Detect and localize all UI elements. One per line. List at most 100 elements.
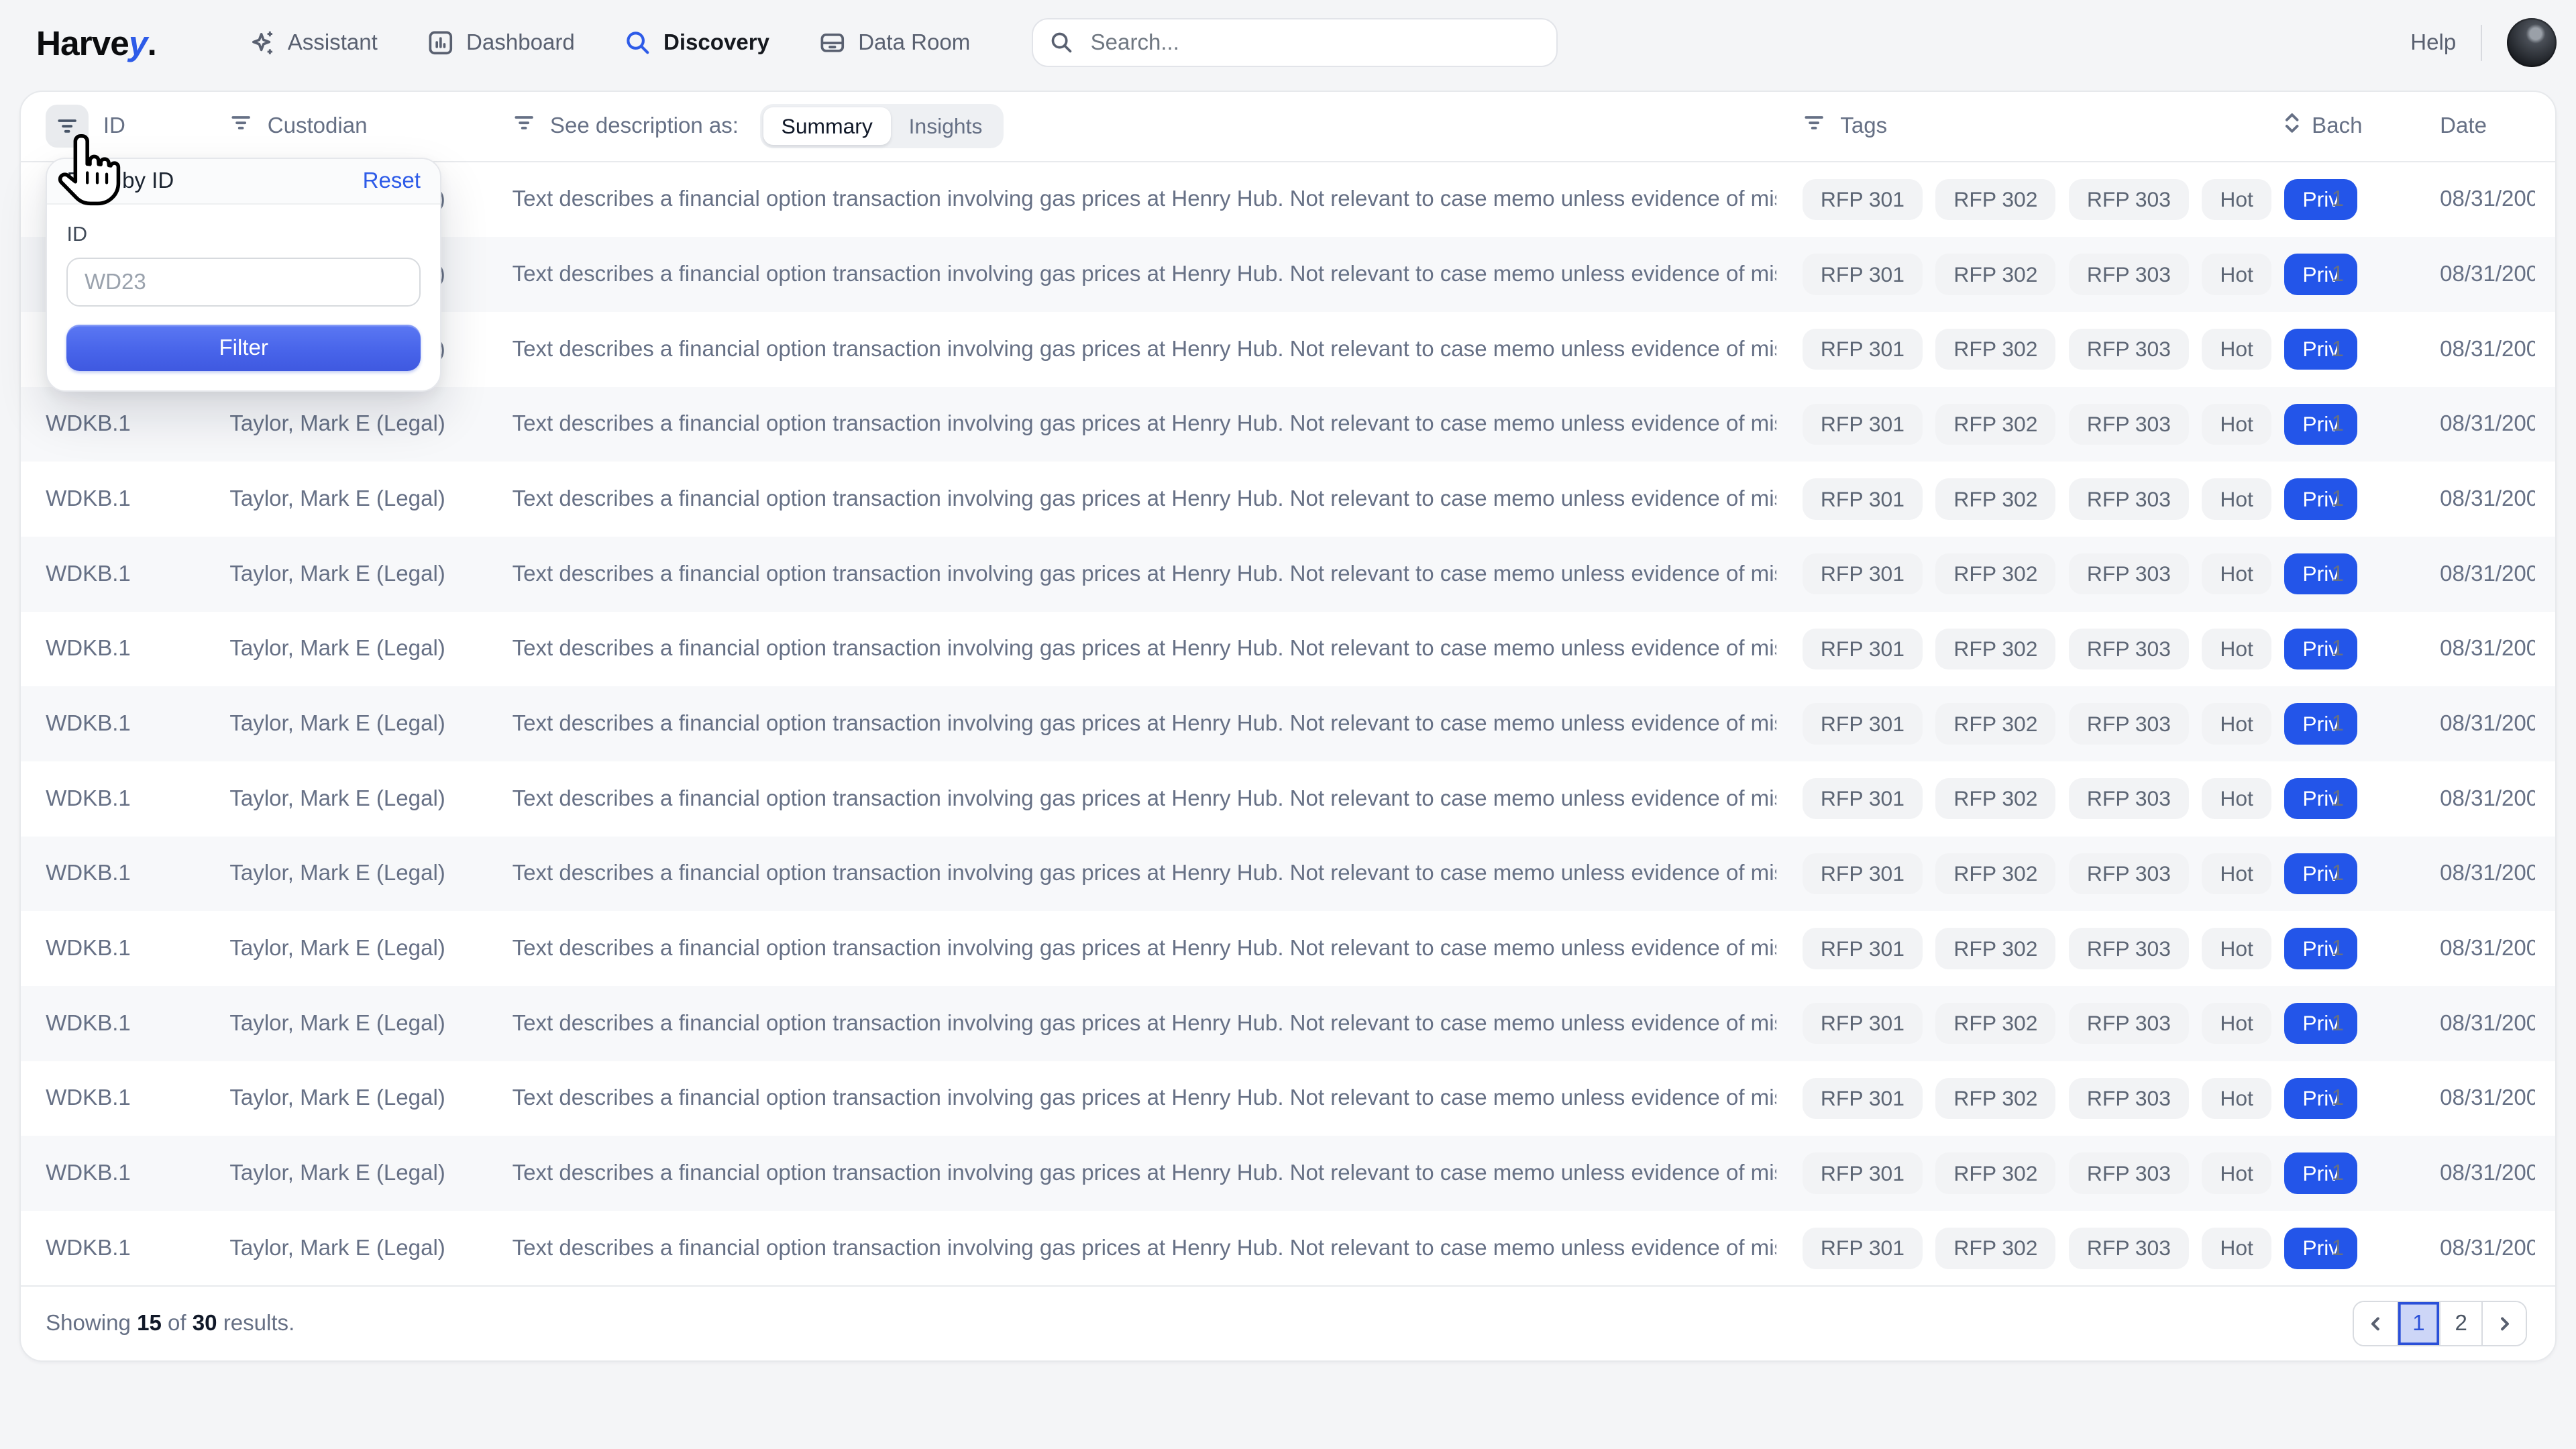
row-custodian: Taylor, Mark E (Legal) (229, 861, 512, 886)
tag-pill: RFP 301 (1803, 179, 1923, 220)
popover-title: Filter by ID (66, 168, 174, 194)
tag-pill: RFP 303 (2069, 553, 2189, 594)
harvey-logo[interactable]: Harvey. (36, 23, 156, 63)
tags-filter-icon[interactable] (1803, 111, 1825, 140)
table-row[interactable]: WDKB.1Taylor, Mark E (Legal)Text describ… (21, 1136, 2555, 1211)
table-footer: Showing 15 of 30 results. 1 2 (21, 1285, 2555, 1360)
user-avatar[interactable] (2507, 18, 2556, 67)
table-header-row: ID Custodian See description as: Summary… (21, 92, 2555, 162)
filter-submit-button[interactable]: Filter (66, 325, 420, 371)
results-table-card: ID Custodian See description as: Summary… (19, 91, 2556, 1362)
table-row[interactable]: WDKB.1Taylor, Mark E (Legal)Text describ… (21, 837, 2555, 912)
table-row[interactable]: WDKB.1Taylor, Mark E (Legal)Text describ… (21, 1061, 2555, 1136)
row-batch: 1 (2253, 411, 2371, 437)
row-date: 08/31/2001 (2371, 486, 2535, 512)
id-filter-button[interactable] (46, 105, 89, 148)
row-batch: 1 (2253, 1085, 2371, 1111)
tag-pill: RFP 302 (1935, 1078, 2055, 1119)
row-custodian: Taylor, Mark E (Legal) (229, 711, 512, 737)
table-row[interactable]: WDKB.1Taylor, Mark E (Legal)Text describ… (21, 911, 2555, 986)
row-date: 08/31/2001 (2371, 262, 2535, 287)
row-batch: 1 (2253, 1161, 2371, 1186)
table-row[interactable]: WDKB.1Taylor, Mark E (Legal)Text describ… (21, 387, 2555, 462)
nav-item-discovery[interactable]: Discovery (624, 29, 769, 57)
row-batch: 1 (2253, 1236, 2371, 1261)
row-date: 08/31/2001 (2371, 711, 2535, 737)
tag-pill: RFP 301 (1803, 553, 1923, 594)
row-description: Text describes a financial option transa… (513, 936, 1776, 961)
tag-pill: RFP 301 (1803, 853, 1923, 894)
tag-pill: RFP 302 (1935, 1003, 2055, 1044)
row-date: 08/31/2001 (2371, 411, 2535, 437)
row-custodian: Taylor, Mark E (Legal) (229, 1085, 512, 1111)
nav-divider (2481, 25, 2482, 61)
row-description: Text describes a financial option transa… (513, 186, 1776, 212)
logo-period: . (148, 23, 156, 62)
description-view-toggle: Summary Insights (760, 104, 1004, 148)
table-row[interactable]: WDKB.1Taylor, Mark E (Legal)Text describ… (21, 761, 2555, 837)
row-tags: RFP 301RFP 302RFP 303HotPriv (1776, 853, 2253, 894)
toggle-summary[interactable]: Summary (763, 107, 891, 146)
column-header-label: Date (2440, 113, 2487, 139)
row-date: 08/31/2001 (2371, 186, 2535, 212)
row-batch: 1 (2253, 711, 2371, 737)
tag-pill: RFP 301 (1803, 404, 1923, 445)
table-row[interactable]: WDKB.1Taylor, Mark E (Legal)Text describ… (21, 986, 2555, 1061)
row-description: Text describes a financial option transa… (513, 561, 1776, 587)
search-icon (1049, 30, 1074, 55)
tag-pill: RFP 301 (1803, 629, 1923, 669)
tag-pill: RFP 302 (1935, 1228, 2055, 1269)
tag-pill: RFP 302 (1935, 703, 2055, 744)
id-filter-input[interactable] (66, 258, 420, 307)
row-id: WDKB.1 (46, 1085, 229, 1111)
archive-box-icon (818, 29, 847, 57)
row-date: 08/31/2001 (2371, 1161, 2535, 1186)
row-date: 08/31/2001 (2371, 1085, 2535, 1111)
batch-sort-icon[interactable] (2282, 111, 2302, 142)
row-description: Text describes a financial option transa… (513, 636, 1776, 661)
previous-page-button[interactable] (2354, 1302, 2397, 1345)
toggle-insights[interactable]: Insights (891, 107, 1001, 146)
table-row[interactable]: WDKB.1Taylor, Mark E (Legal)Text describ… (21, 686, 2555, 761)
sparkles-icon (248, 29, 276, 57)
search-input[interactable] (1087, 28, 1540, 57)
row-id: WDKB.1 (46, 786, 229, 812)
nav-item-label: Data Room (858, 30, 970, 56)
row-tags: RFP 301RFP 302RFP 303HotPriv (1776, 1003, 2253, 1044)
nav-item-dashboard[interactable]: Dashboard (427, 29, 574, 57)
row-custodian: Taylor, Mark E (Legal) (229, 1236, 512, 1261)
row-date: 08/31/2001 (2371, 1236, 2535, 1261)
total-count: 30 (193, 1311, 217, 1336)
row-description: Text describes a financial option transa… (513, 1236, 1776, 1261)
next-page-button[interactable] (2481, 1302, 2526, 1345)
column-header-label: Bach (2312, 113, 2362, 139)
nav-item-label: Assistant (288, 30, 378, 56)
tag-pill: RFP 303 (2069, 778, 2189, 819)
tag-pill: RFP 303 (2069, 478, 2189, 519)
tag-pill: RFP 302 (1935, 928, 2055, 969)
row-batch: 1 (2253, 636, 2371, 661)
id-field-label: ID (66, 223, 420, 246)
table-row[interactable]: WDKB.1Taylor, Mark E (Legal)Text describ… (21, 537, 2555, 612)
row-tags: RFP 301RFP 302RFP 303HotPriv (1776, 254, 2253, 294)
nav-item-data-room[interactable]: Data Room (818, 29, 970, 57)
page-button-2[interactable]: 2 (2439, 1302, 2481, 1345)
table-row[interactable]: WDKB.1Taylor, Mark E (Legal)Text describ… (21, 462, 2555, 537)
row-custodian: Taylor, Mark E (Legal) (229, 786, 512, 812)
description-filter-icon[interactable] (513, 111, 535, 140)
help-link[interactable]: Help (2410, 30, 2456, 56)
reset-link[interactable]: Reset (363, 168, 421, 194)
global-search[interactable] (1032, 18, 1558, 67)
row-batch: 1 (2253, 936, 2371, 961)
nav-item-assistant[interactable]: Assistant (248, 29, 378, 57)
row-description: Text describes a financial option transa… (513, 411, 1776, 437)
row-id: WDKB.1 (46, 711, 229, 737)
table-row[interactable]: WDKB.1Taylor, Mark E (Legal)Text describ… (21, 1211, 2555, 1286)
table-row[interactable]: WDKB.1Taylor, Mark E (Legal)Text describ… (21, 612, 2555, 687)
nav-item-label: Dashboard (466, 30, 575, 56)
row-date: 08/31/2001 (2371, 786, 2535, 812)
custodian-filter-icon[interactable] (229, 111, 252, 140)
page-button-1[interactable]: 1 (2397, 1302, 2439, 1345)
row-description: Text describes a financial option transa… (513, 337, 1776, 362)
tag-pill: RFP 303 (2069, 703, 2189, 744)
